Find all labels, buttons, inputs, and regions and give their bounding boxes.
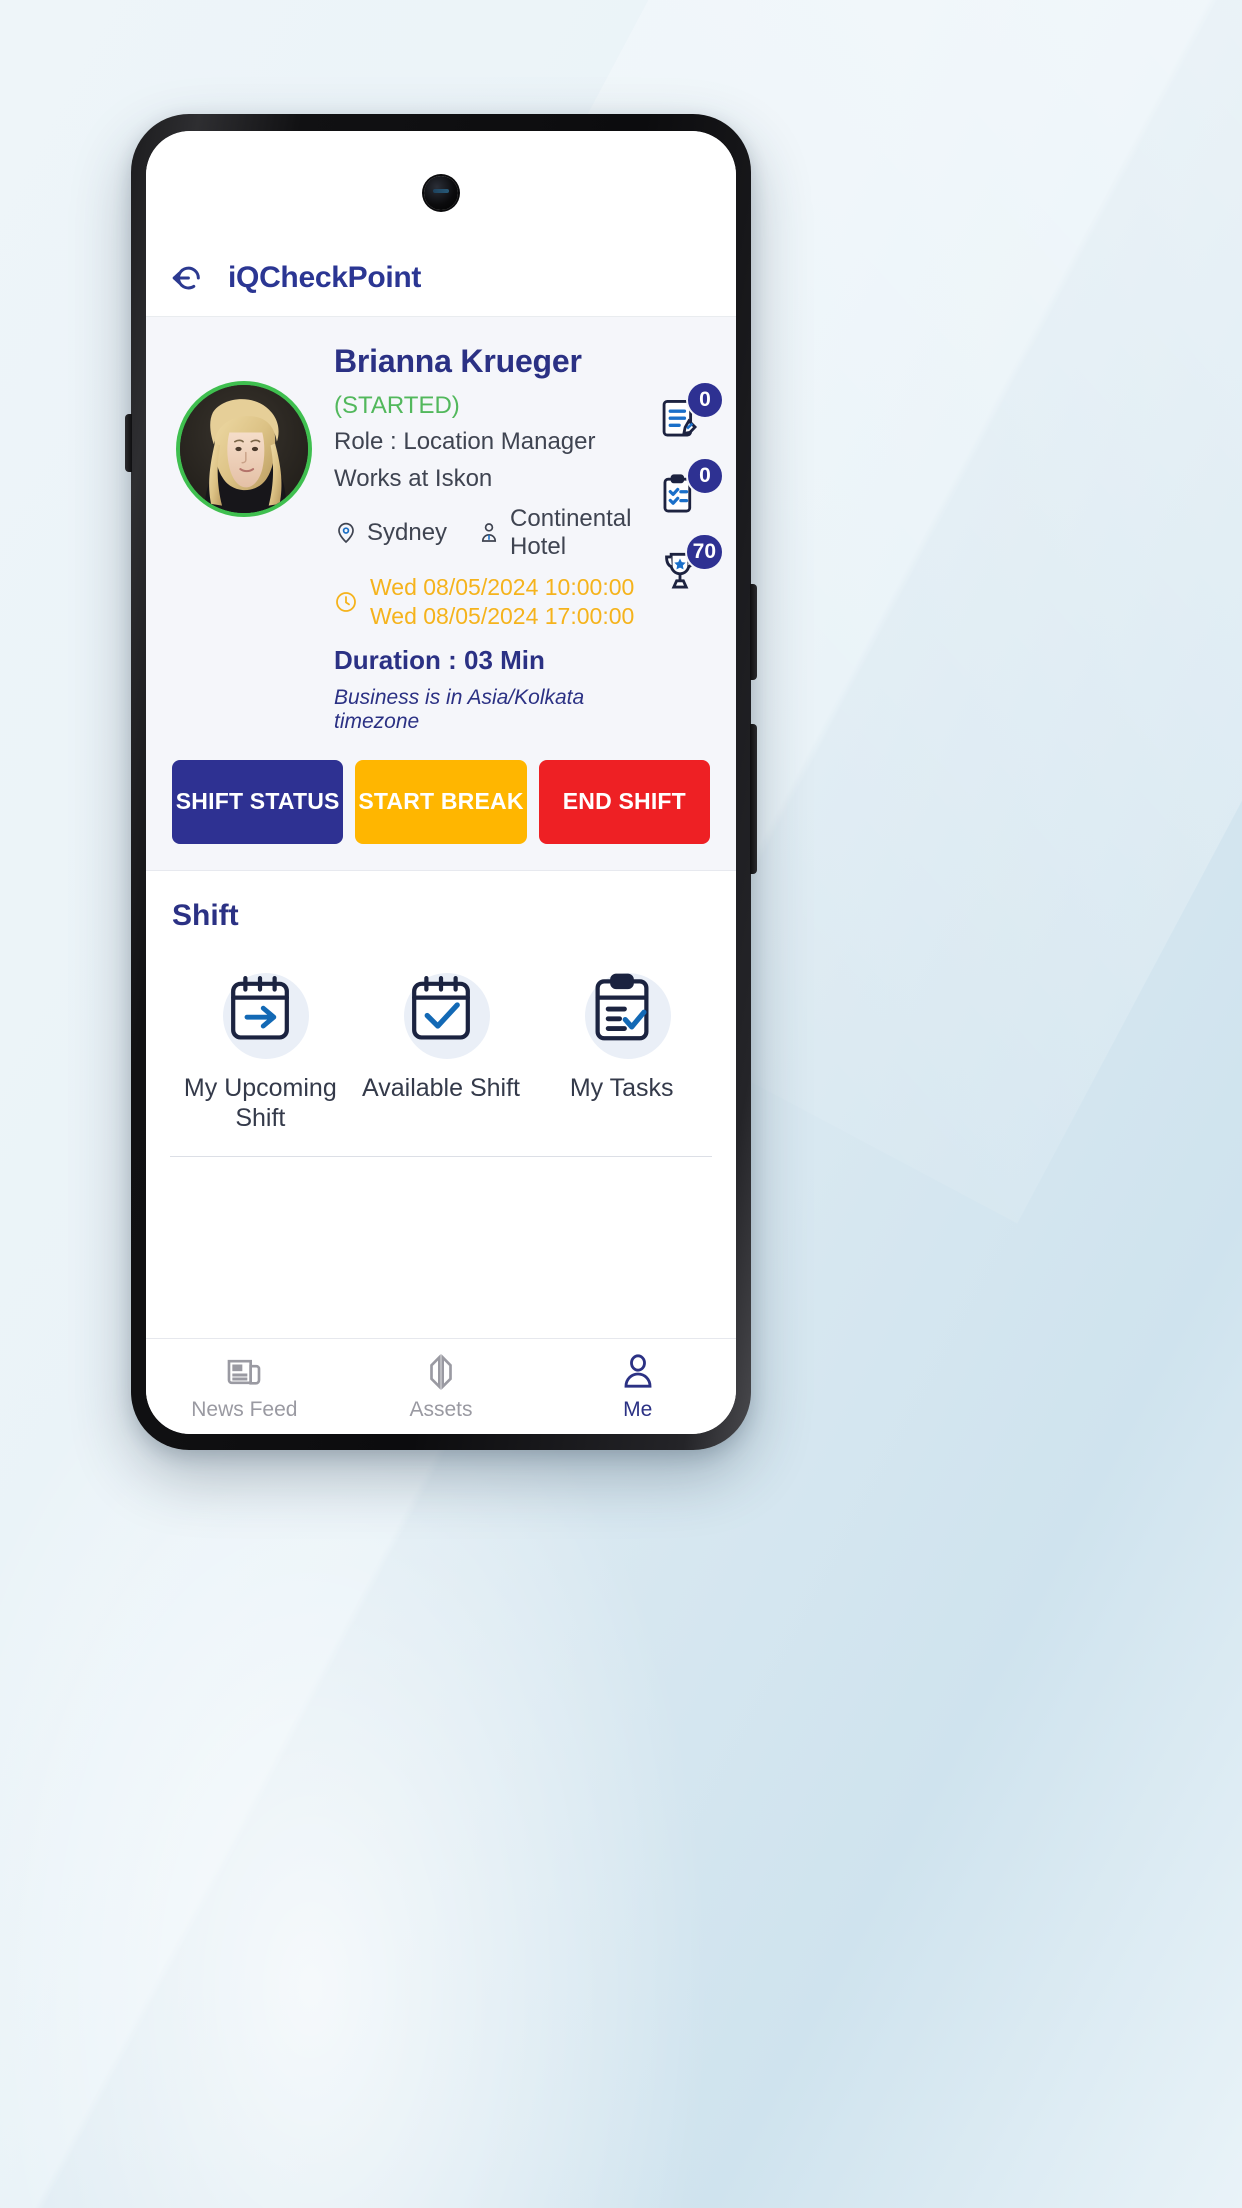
nav-item-news-feed[interactable]: News Feed [146,1352,343,1422]
tasks-badge[interactable]: 0 [658,457,724,521]
user-role: Role : Location Manager [334,428,596,455]
points-badge[interactable]: 70 [658,533,724,597]
nav-label: Assets [409,1397,473,1421]
profile-details: Brianna Krueger (STARTED) Role : Locatio… [312,333,648,734]
user-works-at: Works at Iskon [334,465,493,492]
user-name: Brianna Krueger [334,343,582,379]
nav-label: News Feed [191,1397,298,1421]
status-badge: (STARTED) [334,392,460,419]
location-row: Sydney Continental Hotel [334,505,648,561]
shift-action-buttons: SHIFT STATUS START BREAK END SHIFT [146,734,736,844]
shift-status-button[interactable]: SHIFT STATUS [172,759,344,844]
news-icon [227,1359,261,1385]
badge-column: 0 0 70 [648,381,724,597]
calendar-check-icon [386,959,496,1059]
clock-icon [334,589,358,615]
tile-label: My Tasks [569,1073,674,1102]
tile-label: My Upcoming Shift [183,1073,337,1133]
notes-badge-count: 0 [686,381,724,419]
shift-duration: Duration : 03 Min [334,644,545,675]
profile-card: Brianna Krueger (STARTED) Role : Locatio… [146,317,736,871]
location-site: Continental Hotel [510,505,632,560]
bottom-navigation: News Feed Assets Me [146,1338,736,1434]
logout-arrow-icon[interactable] [170,261,204,295]
volume-button[interactable] [750,724,757,874]
shift-section: Shift My Upcoming Shift Available Shift … [146,870,736,1338]
phone-screen: iQCheckPoint Brianna Krueger (STARTED) R… [146,131,736,1434]
tile-my-upcoming-shift[interactable]: My Upcoming Shift [170,959,351,1134]
front-camera [424,176,458,210]
notes-badge[interactable]: 0 [658,381,724,445]
app-bar: iQCheckPoint [146,239,736,317]
nav-label: Me [623,1397,653,1421]
shift-time-row: Wed 08/05/2024 10:00:00 Wed 08/05/2024 1… [334,573,648,631]
points-badge-count: 70 [684,533,724,571]
start-break-button[interactable]: START BREAK [355,759,527,844]
person-icon [624,1353,652,1388]
calendar-arrow-icon [205,959,315,1059]
assets-icon [430,1353,452,1390]
power-button[interactable] [750,584,757,680]
nav-item-assets[interactable]: Assets [343,1352,540,1422]
end-shift-button[interactable]: END SHIFT [538,759,710,844]
map-pin-icon [334,520,358,546]
tile-available-shift[interactable]: Available Shift [351,959,532,1134]
tile-label: Available Shift [362,1073,520,1102]
location-city: Sydney [367,519,448,546]
tile-my-tasks[interactable]: My Tasks [531,959,712,1134]
clipboard-task-icon [567,959,677,1059]
shift-tiles: My Upcoming Shift Available Shift My Tas… [170,959,712,1157]
timezone-note: Business is in Asia/Kolkata timezone [334,685,585,733]
nav-item-me[interactable]: Me [539,1352,736,1422]
avatar[interactable] [176,381,312,517]
shift-end-time: Wed 08/05/2024 17:00:00 [370,602,635,629]
person-pin-icon [477,520,501,546]
shift-heading: Shift [172,898,239,932]
app-title: iQCheckPoint [228,260,422,294]
tasks-badge-count: 0 [686,457,724,495]
shift-start-time: Wed 08/05/2024 10:00:00 [370,574,635,600]
phone-frame: iQCheckPoint Brianna Krueger (STARTED) R… [125,114,757,1450]
name-row: Brianna Krueger (STARTED) [334,343,648,420]
